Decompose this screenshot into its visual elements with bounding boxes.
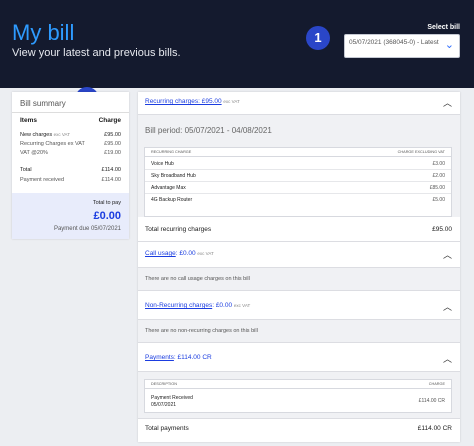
exc-vat-note: exc VAT [197, 251, 214, 256]
total-to-pay-box: Total to pay £0.00 Payment due 05/07/202… [12, 193, 129, 239]
select-bill-dropdown[interactable]: 05/07/2021 (368045-0) - Latest ⌄ [344, 34, 460, 58]
total-recurring-value: £95.00 [432, 226, 452, 233]
divider [138, 342, 460, 343]
chevron-up-icon[interactable]: ︿ [443, 96, 452, 109]
charge-name: Advantage Max [151, 185, 186, 191]
call-usage-header[interactable]: Call usage: £0.00 exc VAT ︿ [138, 244, 460, 266]
payments-link[interactable]: Payments [145, 354, 174, 361]
total-recurring-label: Total recurring charges [145, 226, 212, 233]
payments-header[interactable]: Payments: £114.00 CR ︿ [138, 348, 460, 370]
non-recurring-link[interactable]: Non-Recurring charges [145, 302, 212, 309]
table-row: 4G Backup Router £5.00 [145, 194, 451, 206]
payment-date: 05/07/2021 [151, 402, 177, 408]
column-header-charge: CHARGE [428, 382, 445, 386]
payment-name: Payment Received [151, 395, 193, 401]
chevron-down-icon: ⌄ [444, 39, 454, 51]
items-header: Items [20, 117, 37, 124]
bill-summary-title: Bill summary [20, 99, 66, 108]
non-recurring-header[interactable]: Non-Recurring charges: £0.00 exc VAT ︿ [138, 296, 460, 318]
charge-amount: £5.00 [432, 197, 445, 203]
page-subtitle: View your latest and previous bills. [12, 47, 181, 59]
select-bill-label: Select bill [427, 24, 460, 31]
payments-table: DESCRIPTION CHARGE Payment Received 05/0… [144, 379, 452, 413]
summary-row-value: £95.00 [104, 141, 121, 147]
recurring-charges-header[interactable]: Recurring charges: £95.00 exc VAT ︿ [138, 92, 460, 114]
divider [138, 418, 460, 419]
payment-due-text: Payment due 05/07/2021 [53, 226, 121, 232]
table-row: Voice Hub £3.00 [145, 158, 451, 170]
summary-row-note: exc VAT [53, 132, 70, 137]
total-to-pay-label: Total to pay [92, 200, 121, 206]
chevron-up-icon[interactable]: ︿ [443, 352, 452, 365]
page-header: My bill View your latest and previous bi… [0, 0, 474, 88]
charge-name: Sky Broadband Hub [151, 173, 196, 179]
charge-amount: £3.00 [432, 161, 445, 167]
table-row: Advantage Max £85.00 [145, 182, 451, 194]
bill-summary-card: Bill summary Items Charge New charges ex… [12, 92, 129, 239]
summary-row-label: Recurring Charges ex VAT [20, 141, 85, 147]
call-usage-link[interactable]: Call usage [145, 250, 176, 257]
summary-row-value: £95.00 [104, 132, 121, 138]
charge-amount: £85.00 [429, 185, 445, 191]
column-header-description: DESCRIPTION [151, 382, 177, 386]
page-title: My bill [12, 20, 75, 45]
summary-row-label: New charges [20, 132, 53, 138]
table-header: RECURRING CHARGE CHARGE EXCLUDING VAT [145, 148, 451, 157]
non-recurring-body: There are no non-recurring charges on th… [138, 320, 460, 342]
summary-row-value: £114.00 [101, 167, 121, 173]
summary-row-value: £114.00 [101, 177, 121, 183]
non-recurring-value: : £0.00 [212, 302, 233, 309]
total-to-pay-amount: £0.00 [93, 210, 121, 222]
column-header-amount: CHARGE EXCLUDING VAT [397, 150, 445, 154]
recurring-charges-link[interactable]: Recurring charges: £95.00 [145, 98, 222, 105]
call-usage-value: : £0.00 [175, 250, 196, 257]
divider [12, 112, 129, 113]
annotation-badge-1: 1 [306, 26, 330, 50]
exc-vat-note: exc VAT [233, 303, 251, 308]
charge-name: Voice Hub [151, 161, 174, 167]
table-row: Payment Received 05/07/2021 £114.00 CR [145, 392, 451, 412]
divider [138, 241, 460, 242]
payment-amount: £114.00 CR [418, 398, 445, 404]
divider [138, 290, 460, 291]
total-payments-label: Total payments [145, 425, 189, 432]
charge-name: 4G Backup Router [151, 197, 193, 203]
summary-row-label: Payment received [20, 177, 65, 183]
payments-value: : £114.00 CR [173, 354, 212, 361]
bill-details-panel: Recurring charges: £95.00 exc VAT ︿ Bill… [138, 92, 460, 442]
chevron-up-icon[interactable]: ︿ [443, 248, 452, 261]
recurring-charges-table: RECURRING CHARGE CHARGE EXCLUDING VAT Vo… [144, 147, 452, 217]
call-usage-empty-text: There are no call usage charges on this … [145, 276, 250, 282]
table-row: Sky Broadband Hub £2.00 [145, 170, 451, 182]
chevron-up-icon[interactable]: ︿ [443, 300, 452, 313]
selected-bill-value: 05/07/2021 (368045-0) - Latest [349, 39, 439, 46]
table-header: DESCRIPTION CHARGE [145, 380, 451, 389]
charge-header: Charge [98, 117, 121, 124]
exc-vat-note: exc VAT [223, 99, 240, 104]
bill-period: Bill period: 05/07/2021 - 04/08/2021 [145, 126, 272, 135]
column-header-charge: RECURRING CHARGE [151, 150, 192, 154]
call-usage-body: There are no call usage charges on this … [138, 268, 460, 290]
summary-row-value: £19.00 [104, 150, 121, 156]
summary-row-label: Total [20, 167, 32, 173]
charge-amount: £2.00 [432, 173, 445, 179]
non-recurring-empty-text: There are no non-recurring charges on th… [145, 328, 258, 334]
summary-row-label: VAT @20% [20, 150, 48, 156]
total-payments-value: £114.00 CR [417, 425, 452, 432]
